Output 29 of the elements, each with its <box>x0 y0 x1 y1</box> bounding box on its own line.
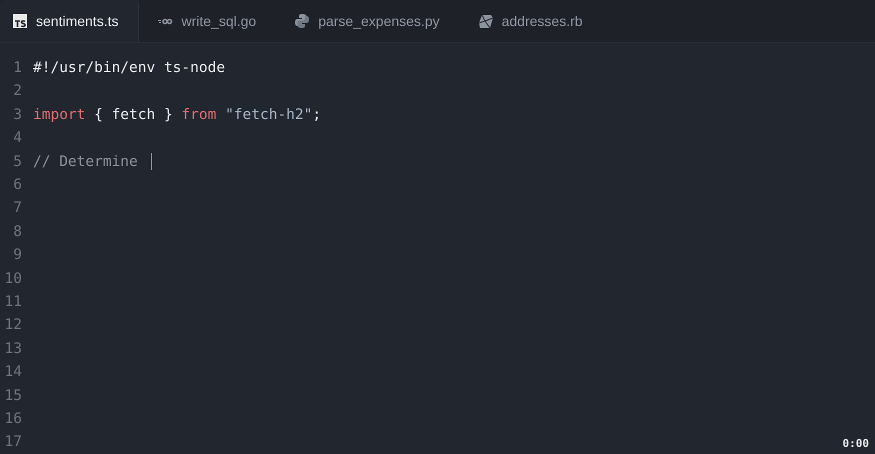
typescript-icon <box>12 13 28 30</box>
file-tab[interactable]: parse_expenses.py <box>282 0 460 42</box>
code-line: // Determine <box>33 154 138 170</box>
file-tab[interactable]: sentiments.ts <box>0 0 140 42</box>
file-tab[interactable]: addresses.rb <box>466 0 603 42</box>
code-line: #!/usr/bin/env ts-node <box>33 60 226 76</box>
line-number: 14 <box>4 364 22 380</box>
python-icon <box>294 13 310 30</box>
line-number: 7 <box>12 200 22 216</box>
line-number: 13 <box>4 340 22 357</box>
line-number: 8 <box>12 224 22 240</box>
line-number: 1 <box>12 60 22 76</box>
line-number: 6 <box>12 177 22 193</box>
line-number: 5 <box>12 154 22 170</box>
line-number: 15 <box>4 388 22 404</box>
line-number: 11 <box>4 294 22 310</box>
line-number: 16 <box>4 410 22 427</box>
line-number: 9 <box>12 247 22 264</box>
line-number: 2 <box>12 83 22 100</box>
code-line: import { fetch } from "fetch-h2"; <box>33 106 322 123</box>
line-number: 10 <box>4 270 22 287</box>
line-number: 3 <box>12 106 22 123</box>
line-number: 17 <box>4 434 22 450</box>
line-number: 12 <box>4 317 22 334</box>
timer-text: 0:00 <box>842 437 869 450</box>
gem-icon <box>478 13 494 30</box>
line-number: 4 <box>12 130 22 146</box>
file-tab[interactable]: write_sql.go <box>145 0 276 42</box>
code-editor[interactable]: 1 #!/usr/bin/env ts-node 2 3 import { fetch } from "fetch-h2"; 4 5 // Determine 6 7 8 9 10 11 12 13 14 15 16 17 0:00 <box>0 43 875 454</box>
